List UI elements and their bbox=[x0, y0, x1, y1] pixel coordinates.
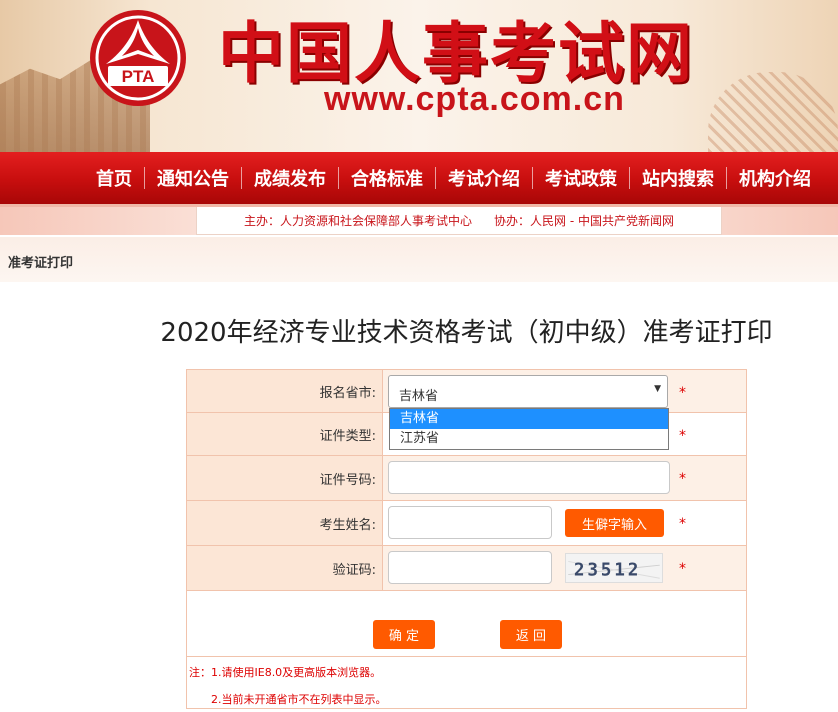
province-row: 报名省市: 吉林省 ▼ * bbox=[187, 370, 746, 413]
site-banner: PTA 中国人事考试网 www.cpta.com.cn bbox=[0, 0, 838, 152]
name-label: 考生姓名: bbox=[187, 501, 383, 545]
name-input[interactable] bbox=[388, 506, 552, 539]
nav-item-policy[interactable]: 考试政策 bbox=[537, 165, 625, 191]
nav-item-scores[interactable]: 成绩发布 bbox=[246, 165, 334, 191]
captcha-label: 验证码: bbox=[187, 546, 383, 590]
id-number-row: 证件号码: * bbox=[187, 456, 746, 501]
id-number-input[interactable] bbox=[388, 461, 670, 494]
province-option-jiangsu[interactable]: 江苏省 bbox=[390, 429, 668, 449]
required-mark: * bbox=[679, 428, 686, 444]
nav-item-exam-intro[interactable]: 考试介绍 bbox=[440, 165, 528, 191]
captcha-image[interactable]: 23512 bbox=[565, 553, 663, 583]
note-province: 2.当前未开通省市不在列表中显示。 bbox=[211, 693, 387, 706]
notes-divider bbox=[187, 656, 746, 657]
page-title: 2020年经济专业技术资格考试（初中级）准考证打印 bbox=[160, 318, 773, 348]
nav-divider bbox=[629, 167, 630, 189]
required-mark: * bbox=[679, 385, 686, 401]
pta-logo-icon: PTA bbox=[90, 10, 186, 106]
name-row: 考生姓名: 生僻字输入 * bbox=[187, 501, 746, 546]
confirm-button[interactable]: 确 定 bbox=[373, 620, 435, 649]
nav-item-notices[interactable]: 通知公告 bbox=[149, 165, 237, 191]
nav-divider bbox=[144, 167, 145, 189]
nav-divider bbox=[726, 167, 727, 189]
admission-ticket-form: 报名省市: 吉林省 ▼ * 证件类型: * 证件号码: * 考生姓名: 生僻字输… bbox=[186, 369, 747, 709]
required-mark: * bbox=[679, 561, 686, 577]
province-label: 报名省市: bbox=[187, 370, 383, 412]
nav-divider bbox=[338, 167, 339, 189]
breadcrumb: 准考证打印 bbox=[8, 256, 74, 271]
province-selected-value: 吉林省 bbox=[399, 389, 439, 404]
back-button[interactable]: 返 回 bbox=[500, 620, 562, 649]
co-host-link[interactable]: 协办：人民网 - 中国共产党新闻网 bbox=[494, 212, 674, 229]
nav-divider bbox=[241, 167, 242, 189]
province-select[interactable]: 吉林省 ▼ bbox=[388, 375, 668, 408]
nav-divider bbox=[532, 167, 533, 189]
province-dropdown-list: 吉林省 江苏省 bbox=[389, 408, 669, 450]
note-browser: 注：1.请使用IE8.0及更高版本浏览器。 bbox=[189, 666, 382, 679]
captcha-row: 验证码: 23512 * bbox=[187, 546, 746, 591]
captcha-input[interactable] bbox=[388, 551, 552, 584]
main-nav: 首页 通知公告 成绩发布 合格标准 考试介绍 考试政策 站内搜索 机构介绍 bbox=[0, 152, 838, 207]
nav-item-home[interactable]: 首页 bbox=[88, 165, 140, 191]
logo-text: PTA bbox=[122, 67, 155, 86]
required-mark: * bbox=[679, 471, 686, 487]
site-url: www.cpta.com.cn bbox=[324, 80, 625, 118]
province-option-jilin[interactable]: 吉林省 bbox=[390, 409, 668, 429]
id-type-label: 证件类型: bbox=[187, 413, 383, 455]
captcha-text: 23512 bbox=[574, 560, 641, 580]
nav-divider bbox=[435, 167, 436, 189]
nav-item-search[interactable]: 站内搜索 bbox=[634, 165, 722, 191]
rare-char-input-button[interactable]: 生僻字输入 bbox=[565, 509, 664, 537]
nav-item-standards[interactable]: 合格标准 bbox=[343, 165, 431, 191]
nav-item-about[interactable]: 机构介绍 bbox=[731, 165, 819, 191]
stadium-decoration bbox=[708, 72, 838, 152]
breadcrumb-bar: 准考证打印 bbox=[0, 237, 838, 282]
dropdown-arrow-icon: ▼ bbox=[654, 384, 661, 394]
id-number-label: 证件号码: bbox=[187, 456, 383, 500]
sponsor-bar: 主办：人力资源和社会保障部人事考试中心 协办：人民网 - 中国共产党新闻网 bbox=[196, 207, 722, 235]
host-link[interactable]: 主办：人力资源和社会保障部人事考试中心 bbox=[244, 212, 472, 229]
required-mark: * bbox=[679, 516, 686, 532]
